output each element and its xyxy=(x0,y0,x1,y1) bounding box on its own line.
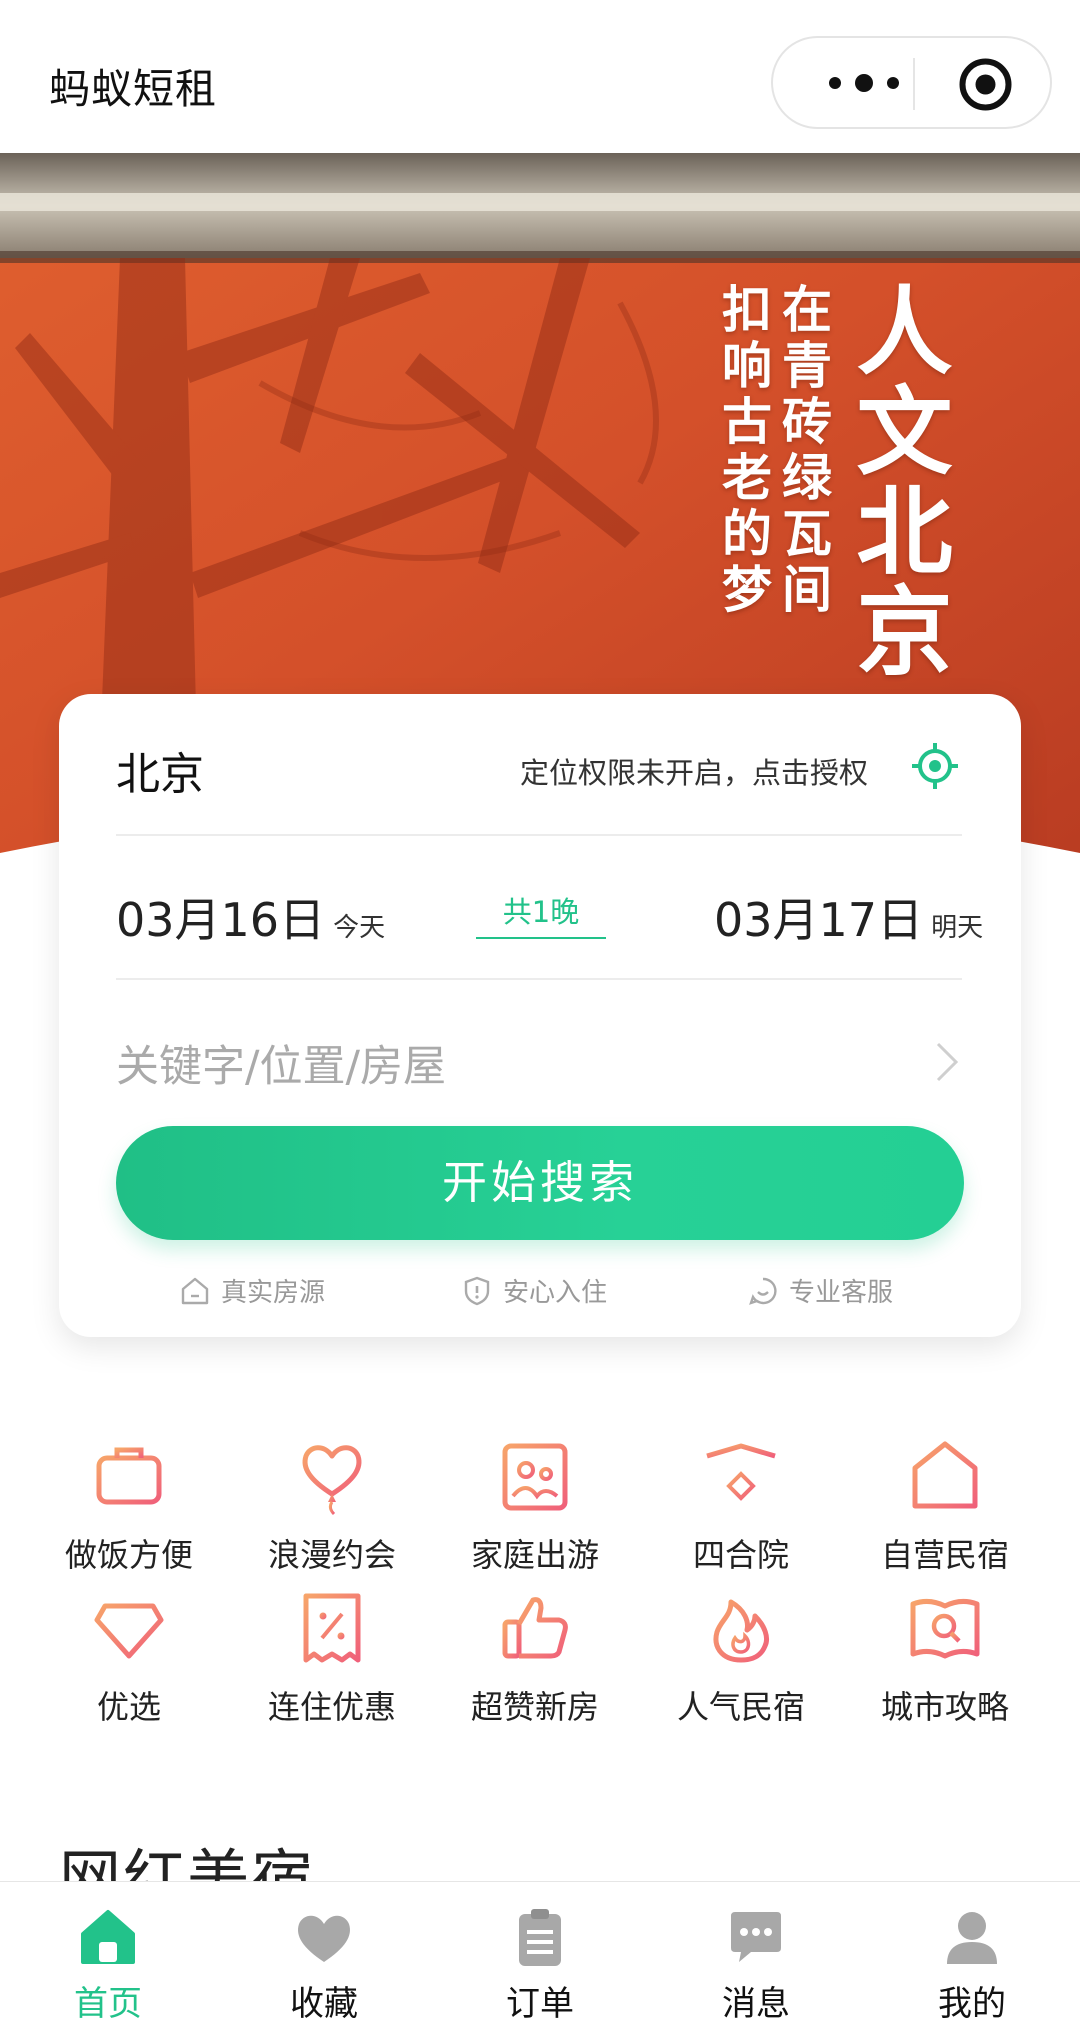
smile-chat-icon xyxy=(749,1277,777,1305)
category-label: 人气民宿 xyxy=(676,1688,805,1726)
checkout-tag: 明天 xyxy=(931,913,984,943)
category-label: 城市攻略 xyxy=(880,1688,1009,1726)
assurance-label: 安心入住 xyxy=(503,1278,608,1308)
assurance-label: 专业客服 xyxy=(789,1278,894,1308)
assurance-real-listing: 真实房源 xyxy=(179,1272,325,1309)
checkin-date-value: 03月16日 xyxy=(116,893,326,947)
category-cooking[interactable]: 做饭方便 xyxy=(34,1436,224,1576)
family-photo-icon xyxy=(502,1443,568,1511)
search-card: 北京 定位权限未开启，点击授权 03月16日 今天 共1晚 03月17日 明天 关键… xyxy=(59,694,1021,1337)
heart-balloon-icon xyxy=(302,1445,362,1516)
assurance-safe-stay: 安心入住 xyxy=(461,1272,607,1309)
home-icon xyxy=(81,1910,135,1964)
category-label: 优选 xyxy=(96,1688,161,1726)
clipboard-icon xyxy=(519,1909,561,1966)
category-label: 自营民宿 xyxy=(880,1536,1009,1574)
divider xyxy=(116,834,962,836)
category-romantic[interactable]: 浪漫约会 xyxy=(237,1436,427,1576)
tab-label: 订单 xyxy=(506,1984,574,2024)
discount-coupon-icon xyxy=(303,1593,361,1663)
nights-count: 共1晚 xyxy=(476,889,606,939)
heart-icon xyxy=(298,1915,350,1962)
category-label: 连住优惠 xyxy=(267,1688,396,1726)
tab-label: 我的 xyxy=(938,1984,1006,2024)
checkin-tag: 今天 xyxy=(333,913,386,943)
tab-orders[interactable]: 订单 xyxy=(432,1882,648,2040)
thumbs-up-icon xyxy=(502,1597,568,1659)
shield-icon xyxy=(464,1276,490,1305)
keyword-search-input[interactable]: 关键字/位置/房屋 xyxy=(116,1032,446,1094)
assurance-support: 专业客服 xyxy=(747,1272,893,1309)
category-label: 浪漫约会 xyxy=(267,1536,396,1574)
tab-messages[interactable]: 消息 xyxy=(648,1882,864,2040)
category-long-stay-discount[interactable]: 连住优惠 xyxy=(237,1588,427,1728)
flame-icon xyxy=(713,1599,770,1663)
tab-label: 消息 xyxy=(722,1984,790,2024)
tab-label: 收藏 xyxy=(290,1984,358,2024)
chevron-right-icon xyxy=(936,1042,959,1082)
cooking-bag-icon xyxy=(96,1447,162,1505)
banner-line-1: 在青砖绿瓦间 xyxy=(774,283,832,619)
top-nav-bar: 蚂蚁短租 xyxy=(0,0,1080,153)
banner-line-2: 扣响古老的梦 xyxy=(714,283,772,619)
category-self-operated[interactable]: 自营民宿 xyxy=(850,1436,1040,1576)
city-selector[interactable]: 北京 xyxy=(116,738,204,802)
more-options-icon[interactable] xyxy=(817,68,912,98)
location-permission-link[interactable]: 定位权限未开启，点击授权 xyxy=(520,750,868,792)
tab-profile[interactable]: 我的 xyxy=(864,1882,1080,2040)
capsule-divider xyxy=(913,58,915,110)
tab-favorites[interactable]: 收藏 xyxy=(216,1882,432,2040)
tab-label: 首页 xyxy=(74,1984,142,2024)
house-outline-icon xyxy=(181,1277,209,1304)
category-label: 四合院 xyxy=(692,1536,789,1574)
category-city-guide[interactable]: 城市攻略 xyxy=(850,1588,1040,1728)
courtyard-gate-icon xyxy=(706,1443,776,1511)
checkout-date-value: 03月17日 xyxy=(714,893,924,947)
locate-icon[interactable] xyxy=(910,741,960,791)
category-label: 家庭出游 xyxy=(470,1536,599,1574)
category-popular[interactable]: 人气民宿 xyxy=(646,1588,836,1728)
close-program-icon[interactable] xyxy=(958,57,1013,112)
start-search-button[interactable]: 开始搜索 xyxy=(116,1126,964,1240)
diamond-icon xyxy=(94,1603,164,1659)
assurance-label: 真实房源 xyxy=(221,1278,326,1308)
banner-headline: 人文北京 xyxy=(840,281,952,681)
app-title: 蚂蚁短租 xyxy=(49,65,217,113)
mini-program-capsule xyxy=(771,36,1052,129)
category-featured[interactable]: 优选 xyxy=(34,1588,224,1728)
category-great-new[interactable]: 超赞新房 xyxy=(440,1588,630,1728)
book-search-icon xyxy=(910,1598,980,1659)
user-icon xyxy=(947,1912,997,1964)
tab-home[interactable]: 首页 xyxy=(0,1882,216,2040)
category-family[interactable]: 家庭出游 xyxy=(440,1436,630,1576)
category-label: 超赞新房 xyxy=(470,1688,599,1726)
divider xyxy=(116,978,962,980)
checkout-date[interactable]: 03月17日 明天 xyxy=(714,884,983,950)
category-courtyard[interactable]: 四合院 xyxy=(646,1436,836,1576)
category-label: 做饭方便 xyxy=(64,1536,193,1574)
bottom-tab-bar: 首页 收藏 订单 消息 我的 xyxy=(0,1881,1080,2040)
checkin-date[interactable]: 03月16日 今天 xyxy=(116,884,385,950)
chat-bubble-icon xyxy=(731,1912,781,1962)
house-t-icon xyxy=(912,1441,978,1509)
app-page: 蚂蚁短租 人文北京 在青砖绿瓦间 扣响古老的梦 北京 定位权限未开启，点击授权 … xyxy=(0,0,1080,2040)
